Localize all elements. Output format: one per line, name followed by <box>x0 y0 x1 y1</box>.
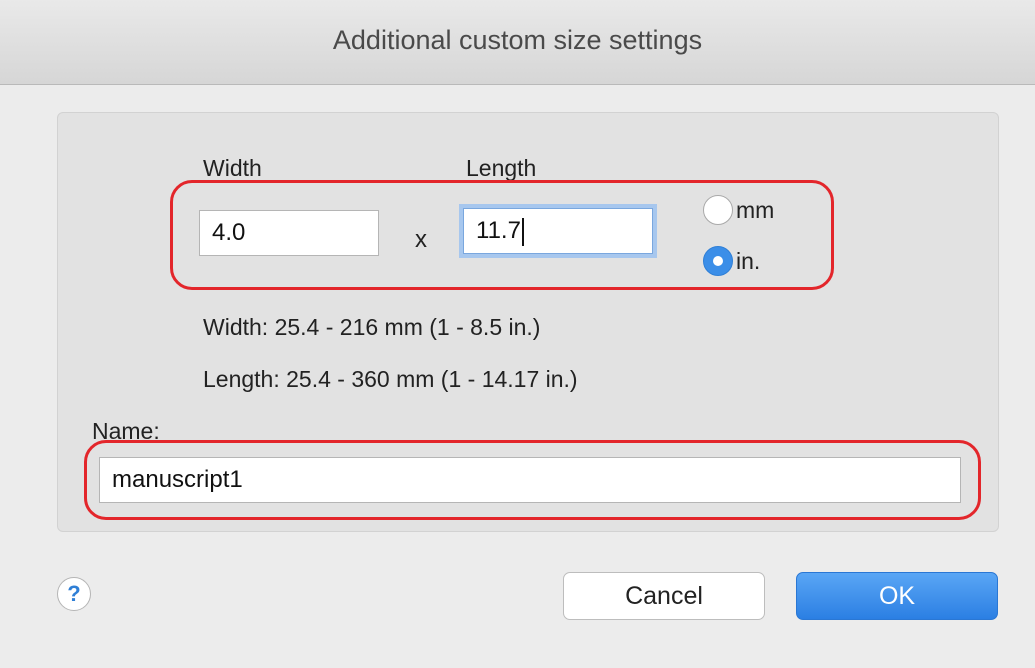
width-range-text: Width: 25.4 - 216 mm (1 - 8.5 in.) <box>203 314 541 340</box>
width-input[interactable]: 4.0 <box>199 210 379 256</box>
window-title: Additional custom size settings <box>332 24 703 55</box>
width-label: Width <box>203 155 262 181</box>
name-input[interactable]: manuscript1 <box>99 457 961 503</box>
text-caret <box>521 217 524 246</box>
ok-button-label: OK <box>878 581 916 610</box>
width-input-value: 4.0 <box>212 219 246 246</box>
ok-button[interactable]: OK <box>796 572 998 620</box>
unit-in-label: in. <box>736 247 761 274</box>
length-input[interactable]: 11.7 <box>463 208 653 254</box>
unit-radio-in[interactable]: in. <box>703 246 760 276</box>
cancel-button-label: Cancel <box>625 581 703 610</box>
length-range-text: Length: 25.4 - 360 mm (1 - 14.17 in.) <box>203 366 578 392</box>
times-symbol: x <box>415 226 427 253</box>
title-bar: Additional custom size settings <box>0 0 1035 85</box>
unit-mm-label: mm <box>736 196 775 223</box>
radio-selected-icon <box>703 246 733 276</box>
help-button[interactable]: ? <box>57 577 91 611</box>
length-label: Length <box>466 155 537 181</box>
cancel-button[interactable]: Cancel <box>563 572 765 620</box>
radio-unselected-icon <box>703 195 733 225</box>
length-input-value: 11.7 <box>476 217 521 244</box>
name-input-value: manuscript1 <box>112 466 243 493</box>
unit-radio-mm[interactable]: mm <box>703 195 774 225</box>
help-icon: ? <box>67 581 81 606</box>
